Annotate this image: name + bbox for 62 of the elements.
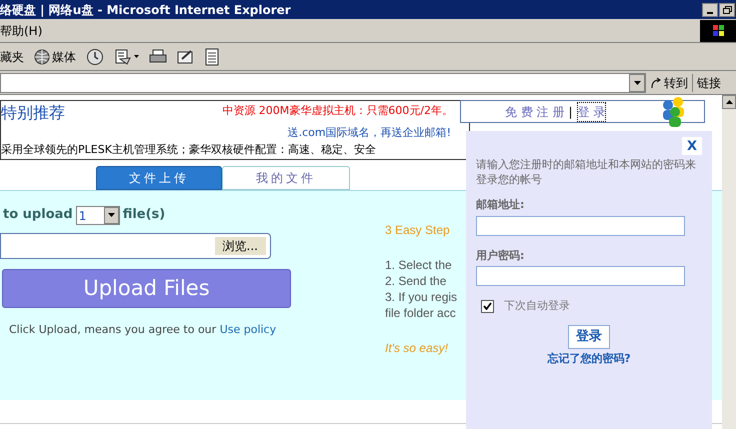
login-instructions: 请输入您注册时的邮箱地址和本网站的密码来登录您的帐号	[476, 157, 697, 187]
step-text: file folder acc	[385, 305, 457, 321]
minimize-icon	[707, 12, 713, 14]
agreement-text: Click Upload, means you agree to our Use policy	[8, 322, 278, 338]
ad-text: 采用全球领先的PLESK主机管理系统；豪华双核硬件配置：高速、稳定、安全	[1, 142, 377, 158]
mail-icon	[114, 48, 132, 66]
caret-icon	[634, 80, 640, 84]
toolbar-button[interactable]: 媒体	[34, 46, 76, 68]
email-field[interactable]	[476, 216, 685, 236]
register-link[interactable]: 免 费 注 册	[505, 102, 564, 120]
login-button[interactable]: 登录	[568, 324, 610, 348]
upload-label: file(s)	[122, 206, 166, 224]
policy-link[interactable]: Use policy	[220, 323, 276, 336]
ad-title: 特别推荐	[1, 102, 65, 124]
links-button[interactable]: 链接	[692, 74, 736, 92]
address-field[interactable]	[0, 72, 646, 92]
ad-text: 送.com国际域名，再送企业邮箱!	[288, 125, 452, 141]
forgot-password-link[interactable]: 忘记了您的密码?	[547, 350, 631, 367]
separator: |	[568, 104, 572, 120]
upload-label: to upload	[2, 206, 73, 224]
scrollbar[interactable]	[722, 95, 736, 429]
step-text: 1. Select the	[385, 257, 453, 273]
dropdown-button[interactable]	[104, 206, 119, 224]
ad-headline: 中资源 200M豪华虚拟主机：只需600元/2年。	[222, 103, 454, 119]
remember-checkbox[interactable]	[481, 300, 494, 313]
scroll-up-button[interactable]	[722, 95, 736, 109]
checkmark-icon	[483, 302, 492, 310]
password-field[interactable]	[476, 266, 685, 286]
tab[interactable]: 文件上传	[96, 166, 222, 190]
printer-icon	[149, 48, 167, 64]
minimize-button[interactable]	[702, 2, 718, 16]
file-field[interactable]: 浏览...	[0, 233, 271, 259]
login-link[interactable]: 登 录	[576, 102, 606, 122]
clock-icon	[86, 48, 104, 66]
restore-icon	[722, 6, 732, 14]
count-select[interactable]: 1	[76, 206, 120, 224]
caret-icon	[134, 55, 139, 58]
arrow-icon	[650, 76, 662, 88]
document-icon	[205, 48, 219, 66]
tab[interactable]: 我的文件	[222, 166, 350, 190]
caret-icon	[726, 100, 732, 104]
remember-label: 下次自动登录	[504, 298, 570, 314]
toolbar-button[interactable]: 藏夹	[0, 46, 24, 68]
steps-title: 3 Easy Step	[385, 222, 451, 239]
restore-button[interactable]	[719, 2, 735, 16]
steps-footer: It's so easy!	[385, 339, 458, 357]
go-button[interactable]: 转到	[646, 74, 692, 92]
caret-icon	[108, 213, 115, 217]
browse-button[interactable]: 浏览...	[214, 237, 266, 255]
globe-icon	[34, 48, 50, 64]
password-label: 用户密码:	[476, 248, 526, 264]
close-button[interactable]: X	[682, 137, 702, 155]
menu-item[interactable]: 帮助(H)	[0, 22, 42, 40]
upload-button[interactable]: Upload Files	[2, 269, 291, 308]
step-text: 2. Send the	[385, 273, 448, 289]
windows-logo-icon	[700, 20, 736, 42]
dropdown-button[interactable]	[629, 74, 645, 92]
window-title: 络硬盘 | 网络u盘 - Microsoft Internet Explorer	[0, 2, 291, 18]
email-label: 邮箱地址:	[476, 197, 526, 213]
edit-icon	[177, 48, 195, 64]
step-text: 3. If you regis	[385, 289, 458, 305]
toolbar-button[interactable]	[205, 46, 219, 68]
